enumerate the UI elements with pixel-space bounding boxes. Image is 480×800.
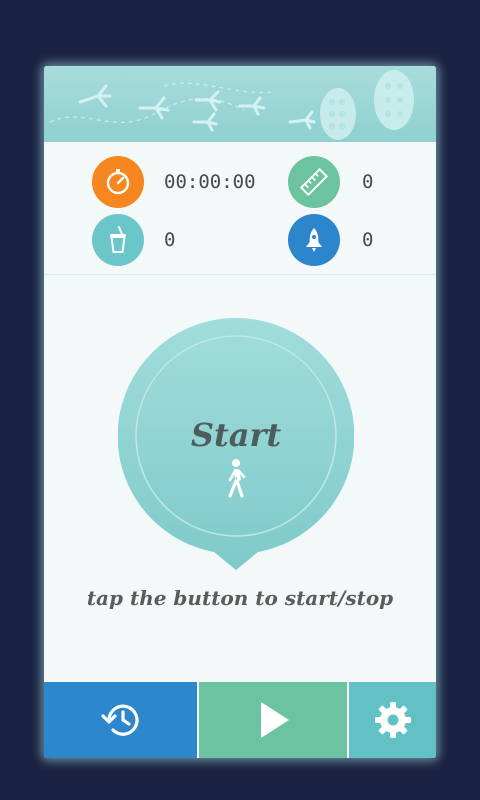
drink-value: 0	[164, 229, 176, 251]
footprints-banner	[44, 66, 436, 142]
ruler-icon	[288, 156, 340, 208]
walking-person-icon	[222, 458, 250, 498]
gear-icon	[374, 702, 411, 738]
history-clock-icon	[100, 704, 139, 736]
play-button[interactable]	[199, 682, 347, 758]
bottom-nav	[44, 682, 436, 758]
start-button[interactable]: Start	[118, 318, 354, 574]
footprints-illustration	[49, 70, 414, 140]
play-icon	[261, 702, 289, 738]
drink-cup-icon	[92, 214, 144, 266]
stats-panel: 00:00:00 0 0 0	[44, 142, 436, 275]
start-stop-hint: tap the button to start/stop	[86, 586, 394, 610]
speed-value: 0	[362, 229, 374, 251]
settings-button[interactable]	[349, 682, 436, 758]
timer-value: 00:00:00	[164, 171, 256, 193]
stopwatch-icon	[92, 156, 144, 208]
distance-value: 0	[362, 171, 374, 193]
history-button[interactable]	[44, 682, 197, 758]
start-button-label: Start	[190, 416, 282, 454]
rocket-icon	[288, 214, 340, 266]
app-card: 00:00:00 0 0 0 Start tap the button to s…	[44, 66, 436, 758]
